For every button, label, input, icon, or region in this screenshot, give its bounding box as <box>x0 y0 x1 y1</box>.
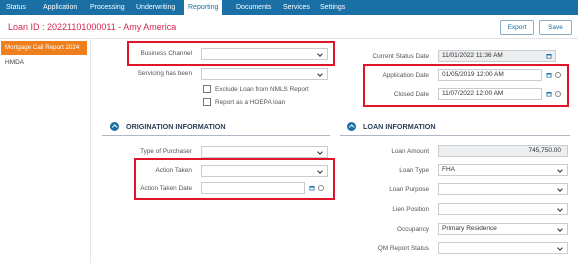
highlight-application-closed-dates <box>363 64 569 107</box>
sidebar-divider <box>90 39 91 263</box>
tab-settings[interactable]: Settings <box>320 0 345 15</box>
loan-type-value: FHA <box>442 166 455 173</box>
qm-report-status-select[interactable] <box>438 242 568 254</box>
sidebar-item-hmda[interactable]: HMDA <box>5 57 24 69</box>
top-nav: Status Application Processing Underwriti… <box>0 0 578 15</box>
sidebar-item-mortgage-call-report[interactable]: Mortgage Call Report 2024 <box>1 41 87 55</box>
loan-info-divider <box>340 135 570 136</box>
loan-amount-field: 745,750.00 <box>438 145 568 157</box>
servicing-select[interactable] <box>201 68 328 80</box>
page-title: Loan ID : 20221101000011 - Amy America <box>8 22 177 32</box>
tab-application[interactable]: Application <box>43 0 77 15</box>
type-of-purchaser-label: Type of Purchaser <box>140 148 192 155</box>
report-hoepa-checkbox[interactable] <box>203 98 211 106</box>
chevron-down-icon <box>557 226 563 232</box>
loan-amount-label: Loan Amount <box>391 148 429 155</box>
occupancy-value: Primary Residence <box>442 225 497 232</box>
chevron-down-icon <box>557 245 563 251</box>
loan-info-section-title: LOAN INFORMATION <box>363 122 436 131</box>
loan-type-select[interactable]: FHA <box>438 164 568 176</box>
header-divider <box>0 38 578 39</box>
tab-services[interactable]: Services <box>283 0 310 15</box>
chevron-down-icon <box>557 206 563 212</box>
lien-position-label: Lien Position <box>392 206 429 213</box>
lien-position-select[interactable] <box>438 203 568 215</box>
origination-section-title: ORIGINATION INFORMATION <box>126 122 226 131</box>
occupancy-label: Occupancy <box>397 226 429 233</box>
calendar-icon[interactable] <box>546 53 552 59</box>
tab-underwriting[interactable]: Underwriting <box>136 0 175 15</box>
collapse-icon[interactable] <box>110 122 119 131</box>
highlight-business-channel <box>127 41 335 66</box>
exclude-nmls-checkbox[interactable] <box>203 85 211 93</box>
current-status-date-value: 11/01/2022 11:36 AM <box>442 52 503 59</box>
collapse-icon[interactable] <box>347 122 356 131</box>
loan-purpose-select[interactable] <box>438 183 568 195</box>
qm-report-status-label: QM Report Status <box>377 245 429 252</box>
chevron-down-icon <box>557 167 563 173</box>
tab-processing[interactable]: Processing <box>90 0 125 15</box>
save-button[interactable]: Save <box>539 20 572 35</box>
tab-reporting[interactable]: Reporting <box>184 0 223 15</box>
occupancy-select[interactable]: Primary Residence <box>438 223 568 235</box>
chevron-down-icon <box>317 149 323 155</box>
exclude-nmls-label: Exclude Loan from NMLS Report <box>215 86 309 93</box>
servicing-label: Servicing has been <box>137 70 192 77</box>
chevron-down-icon <box>557 186 563 192</box>
type-of-purchaser-select[interactable] <box>201 146 328 158</box>
highlight-action-taken <box>134 158 335 200</box>
export-button[interactable]: Export <box>500 20 534 35</box>
loan-purpose-label: Loan Purpose <box>389 186 429 193</box>
chevron-down-icon <box>317 71 323 77</box>
tab-documents[interactable]: Documents <box>236 0 271 15</box>
report-hoepa-label: Report as a HOEPA loan <box>215 99 286 106</box>
current-status-date-field: 11/01/2022 11:36 AM <box>438 50 556 62</box>
loan-type-label: Loan Type <box>399 167 429 174</box>
loan-amount-value: 745,750.00 <box>528 147 561 154</box>
current-status-date-label: Current Status Date <box>372 53 429 60</box>
origination-divider <box>102 135 330 136</box>
tab-status[interactable]: Status <box>6 0 26 15</box>
